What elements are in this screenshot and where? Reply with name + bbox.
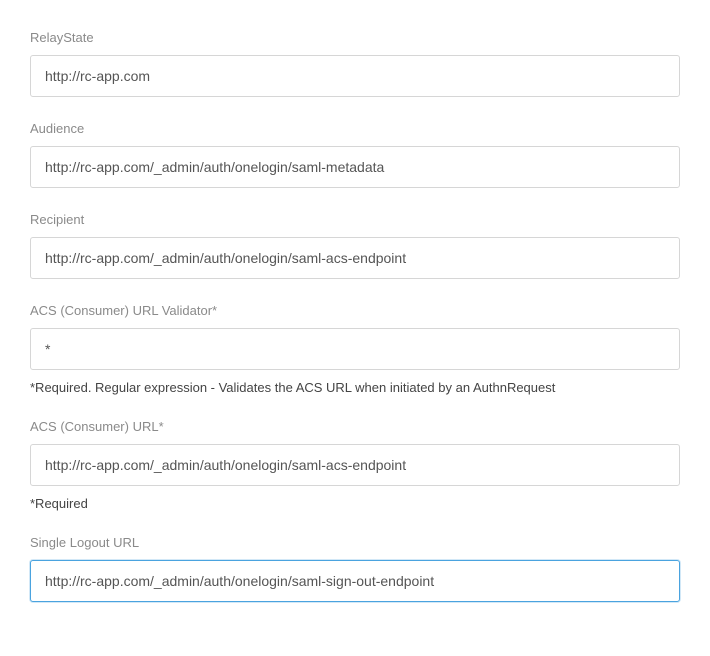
acs-validator-input[interactable] <box>30 328 680 370</box>
acs-validator-help: *Required. Regular expression - Validate… <box>30 380 680 395</box>
acs-url-label: ACS (Consumer) URL* <box>30 419 680 434</box>
relay-state-label: RelayState <box>30 30 680 45</box>
relay-state-field: RelayState <box>30 30 680 97</box>
acs-url-field: ACS (Consumer) URL* *Required <box>30 419 680 511</box>
acs-validator-label: ACS (Consumer) URL Validator* <box>30 303 680 318</box>
single-logout-url-field: Single Logout URL <box>30 535 680 602</box>
acs-url-help: *Required <box>30 496 680 511</box>
audience-input[interactable] <box>30 146 680 188</box>
recipient-field: Recipient <box>30 212 680 279</box>
relay-state-input[interactable] <box>30 55 680 97</box>
audience-label: Audience <box>30 121 680 136</box>
single-logout-url-label: Single Logout URL <box>30 535 680 550</box>
audience-field: Audience <box>30 121 680 188</box>
acs-url-input[interactable] <box>30 444 680 486</box>
recipient-label: Recipient <box>30 212 680 227</box>
single-logout-url-input[interactable] <box>30 560 680 602</box>
acs-validator-field: ACS (Consumer) URL Validator* *Required.… <box>30 303 680 395</box>
recipient-input[interactable] <box>30 237 680 279</box>
